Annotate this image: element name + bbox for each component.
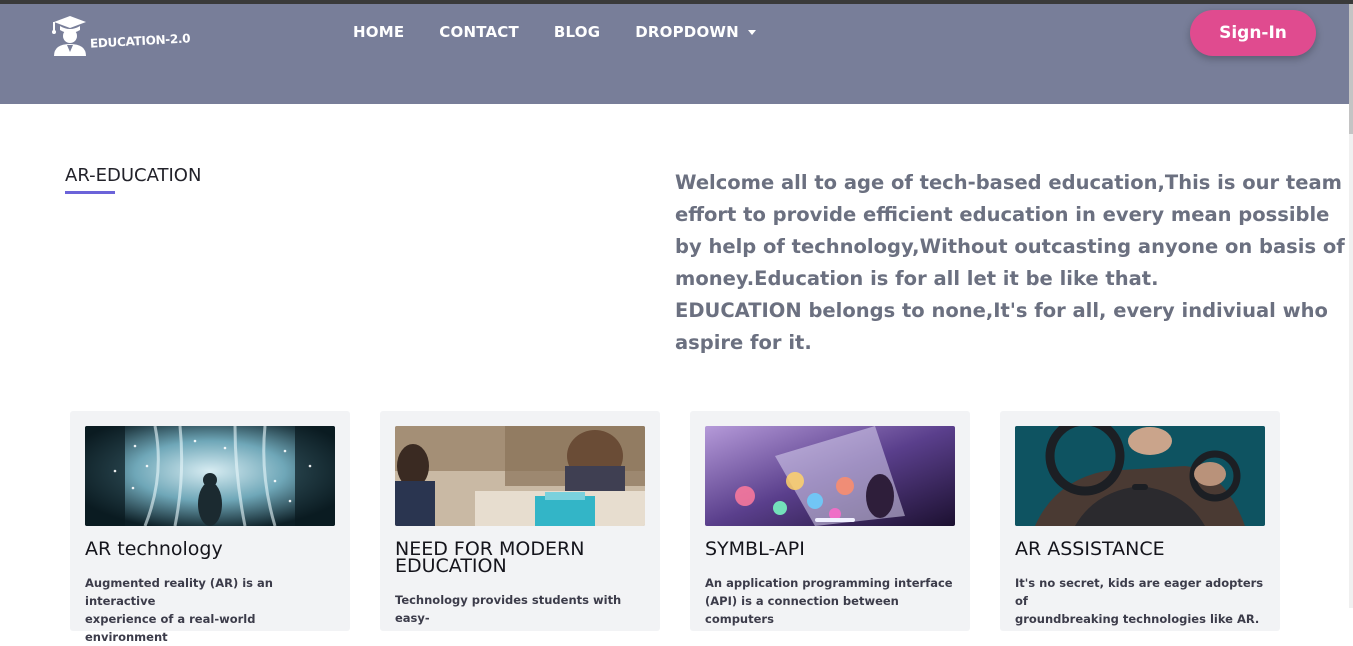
- card-text-line: Augmented reality (AR) is an interactive: [85, 576, 273, 608]
- ar-technology-image: [85, 426, 335, 526]
- card-title-line: EDUCATION: [395, 555, 507, 577]
- card-modern-education[interactable]: NEED FOR MODERN EDUCATION Technology pro…: [380, 411, 660, 631]
- brand-logo[interactable]: EDUCATION-2.0: [50, 16, 191, 58]
- card-text-line: Technology provides students with easy-: [395, 593, 622, 625]
- section-title: AR-EDUCATION: [65, 165, 202, 186]
- card-text-line: An application programming interface: [705, 576, 953, 590]
- intro-paragraph: Welcome all to age of tech-based educati…: [675, 167, 1345, 359]
- card-text-line: groundbreaking technologies like AR.: [1015, 612, 1260, 626]
- modern-education-image: [395, 426, 645, 526]
- nav-dropdown-label: DROPDOWN: [635, 23, 739, 41]
- card-text: It's no secret, kids are eager adopters …: [1015, 574, 1265, 628]
- brand-name[interactable]: EDUCATION-2.0: [90, 31, 191, 50]
- caret-down-icon: [747, 29, 756, 35]
- sign-in-button[interactable]: Sign-In: [1190, 10, 1316, 56]
- intro-line: money.Education is for all let it be lik…: [675, 267, 1159, 290]
- card-text-line: experience of a real-world environment: [85, 612, 256, 644]
- card-text: Augmented reality (AR) is an interactive…: [85, 574, 335, 646]
- graduate-icon: [52, 16, 86, 56]
- card-symbl-api[interactable]: SYMBL-API An application programming int…: [690, 411, 970, 631]
- intro-line: EDUCATION belongs to none,It's for all, …: [675, 299, 1328, 322]
- card-title: AR technology: [85, 538, 223, 560]
- card-title: NEED FOR MODERN EDUCATION: [395, 540, 645, 577]
- card-ar-technology[interactable]: AR technology Augmented reality (AR) is …: [70, 411, 350, 644]
- scrollbar-thumb[interactable]: [1349, 4, 1353, 134]
- nav-dropdown-toggle[interactable]: DROPDOWN: [635, 23, 756, 41]
- symbl-api-image: [705, 426, 955, 526]
- card-text: Technology provides students with easy-: [395, 591, 645, 627]
- navbar: EDUCATION-2.0 HOME CONTACT BLOG DROPDOWN…: [0, 4, 1349, 104]
- card-title: AR ASSISTANCE: [1015, 538, 1165, 560]
- intro-line: by help of technology,Without outcasting…: [675, 235, 1345, 258]
- ar-assistance-image: [1015, 426, 1265, 526]
- main-nav: HOME CONTACT BLOG DROPDOWN: [353, 23, 791, 41]
- card-text-line: (API) is a connection between computers: [705, 594, 899, 626]
- intro-line: aspire for it.: [675, 331, 812, 354]
- card-text-line: It's no secret, kids are eager adopters …: [1015, 576, 1264, 608]
- nav-home-link[interactable]: HOME: [353, 23, 404, 41]
- title-underline: [65, 191, 115, 194]
- card-text: An application programming interface (AP…: [705, 574, 955, 628]
- card-title: SYMBL-API: [705, 538, 805, 560]
- nav-blog-link[interactable]: BLOG: [554, 23, 600, 41]
- card-ar-assistance[interactable]: AR ASSISTANCE It's no secret, kids are e…: [1000, 411, 1280, 631]
- nav-contact-link[interactable]: CONTACT: [439, 23, 519, 41]
- intro-line: Welcome all to age of tech-based educati…: [675, 171, 1342, 194]
- intro-line: effort to provide efficient education in…: [675, 203, 1330, 226]
